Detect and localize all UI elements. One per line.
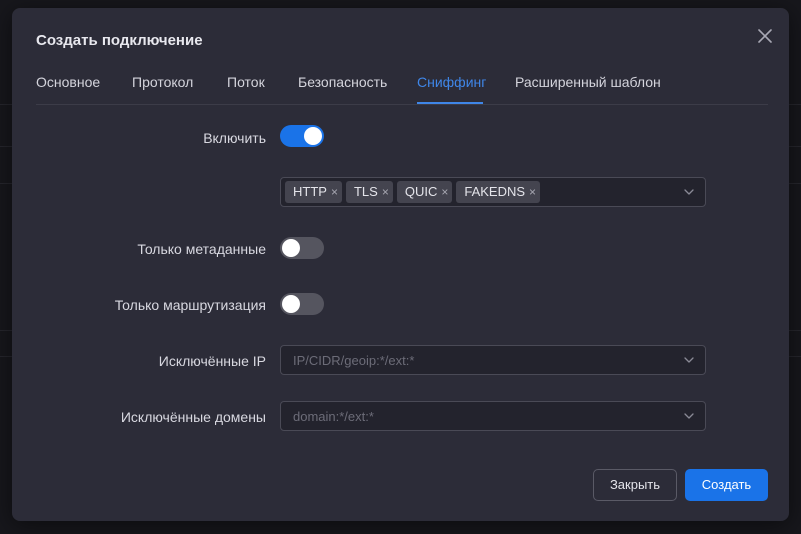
tab-bar: Основное Протокол Поток Безопасность Сни… [36, 64, 768, 105]
toggle-knob [282, 295, 300, 313]
tab-sniffing[interactable]: Сниффинг [417, 74, 486, 90]
tag-tls: TLS × [345, 181, 393, 203]
tag-label: QUIC [404, 184, 438, 199]
remove-tag-icon[interactable]: × [331, 181, 338, 203]
tag-label: HTTP [293, 184, 327, 199]
tab-protocol[interactable]: Протокол [132, 74, 193, 90]
create-connection-dialog: Создать подключение Основное Протокол По… [12, 8, 789, 521]
tag-label: TLS [353, 184, 378, 199]
excluded-domains-placeholder: domain:*/ext:* [293, 409, 374, 424]
tag-fakedns: FAKEDNS × [456, 181, 541, 203]
tab-advanced-template[interactable]: Расширенный шаблон [515, 74, 661, 90]
create-button[interactable]: Создать [685, 469, 768, 501]
remove-tag-icon[interactable]: × [382, 181, 389, 203]
remove-tag-icon[interactable]: × [529, 181, 536, 203]
excluded-domains-label: Исключённые домены [120, 409, 266, 425]
tab-stream[interactable]: Поток [227, 74, 265, 90]
chevron-down-icon [684, 413, 694, 419]
tag-label: FAKEDNS [464, 184, 526, 199]
close-icon[interactable] [755, 26, 775, 46]
tab-basic[interactable]: Основное [36, 74, 100, 90]
sniffing-protocols-select[interactable]: HTTP × TLS × QUIC × FAKEDNS × [280, 177, 706, 207]
close-button[interactable]: Закрыть [593, 469, 677, 501]
tag-quic: QUIC × [396, 181, 453, 203]
toggle-knob [282, 239, 300, 257]
chevron-down-icon [684, 357, 694, 363]
metadata-only-toggle[interactable] [280, 237, 324, 259]
excluded-ip-label: Исключённые IP [158, 353, 266, 369]
selected-tags: HTTP × TLS × QUIC × FAKEDNS × [285, 181, 544, 203]
active-tab-indicator [417, 102, 483, 104]
excluded-ip-placeholder: IP/CIDR/geoip:*/ext:* [293, 353, 415, 368]
metadata-only-label: Только метаданные [137, 241, 266, 257]
toggle-knob [304, 127, 322, 145]
excluded-domains-select[interactable]: domain:*/ext:* [280, 401, 706, 431]
route-only-toggle[interactable] [280, 293, 324, 315]
remove-tag-icon[interactable]: × [441, 181, 448, 203]
dialog-title: Создать подключение [36, 32, 203, 49]
tab-security[interactable]: Безопасность [298, 74, 387, 90]
close-icon-glyph [758, 29, 772, 43]
enable-toggle[interactable] [280, 125, 324, 147]
tag-http: HTTP × [285, 181, 342, 203]
route-only-label: Только маршрутизация [114, 297, 266, 313]
enable-label: Включить [203, 130, 266, 146]
chevron-down-icon [684, 189, 694, 195]
excluded-ip-select[interactable]: IP/CIDR/geoip:*/ext:* [280, 345, 706, 375]
